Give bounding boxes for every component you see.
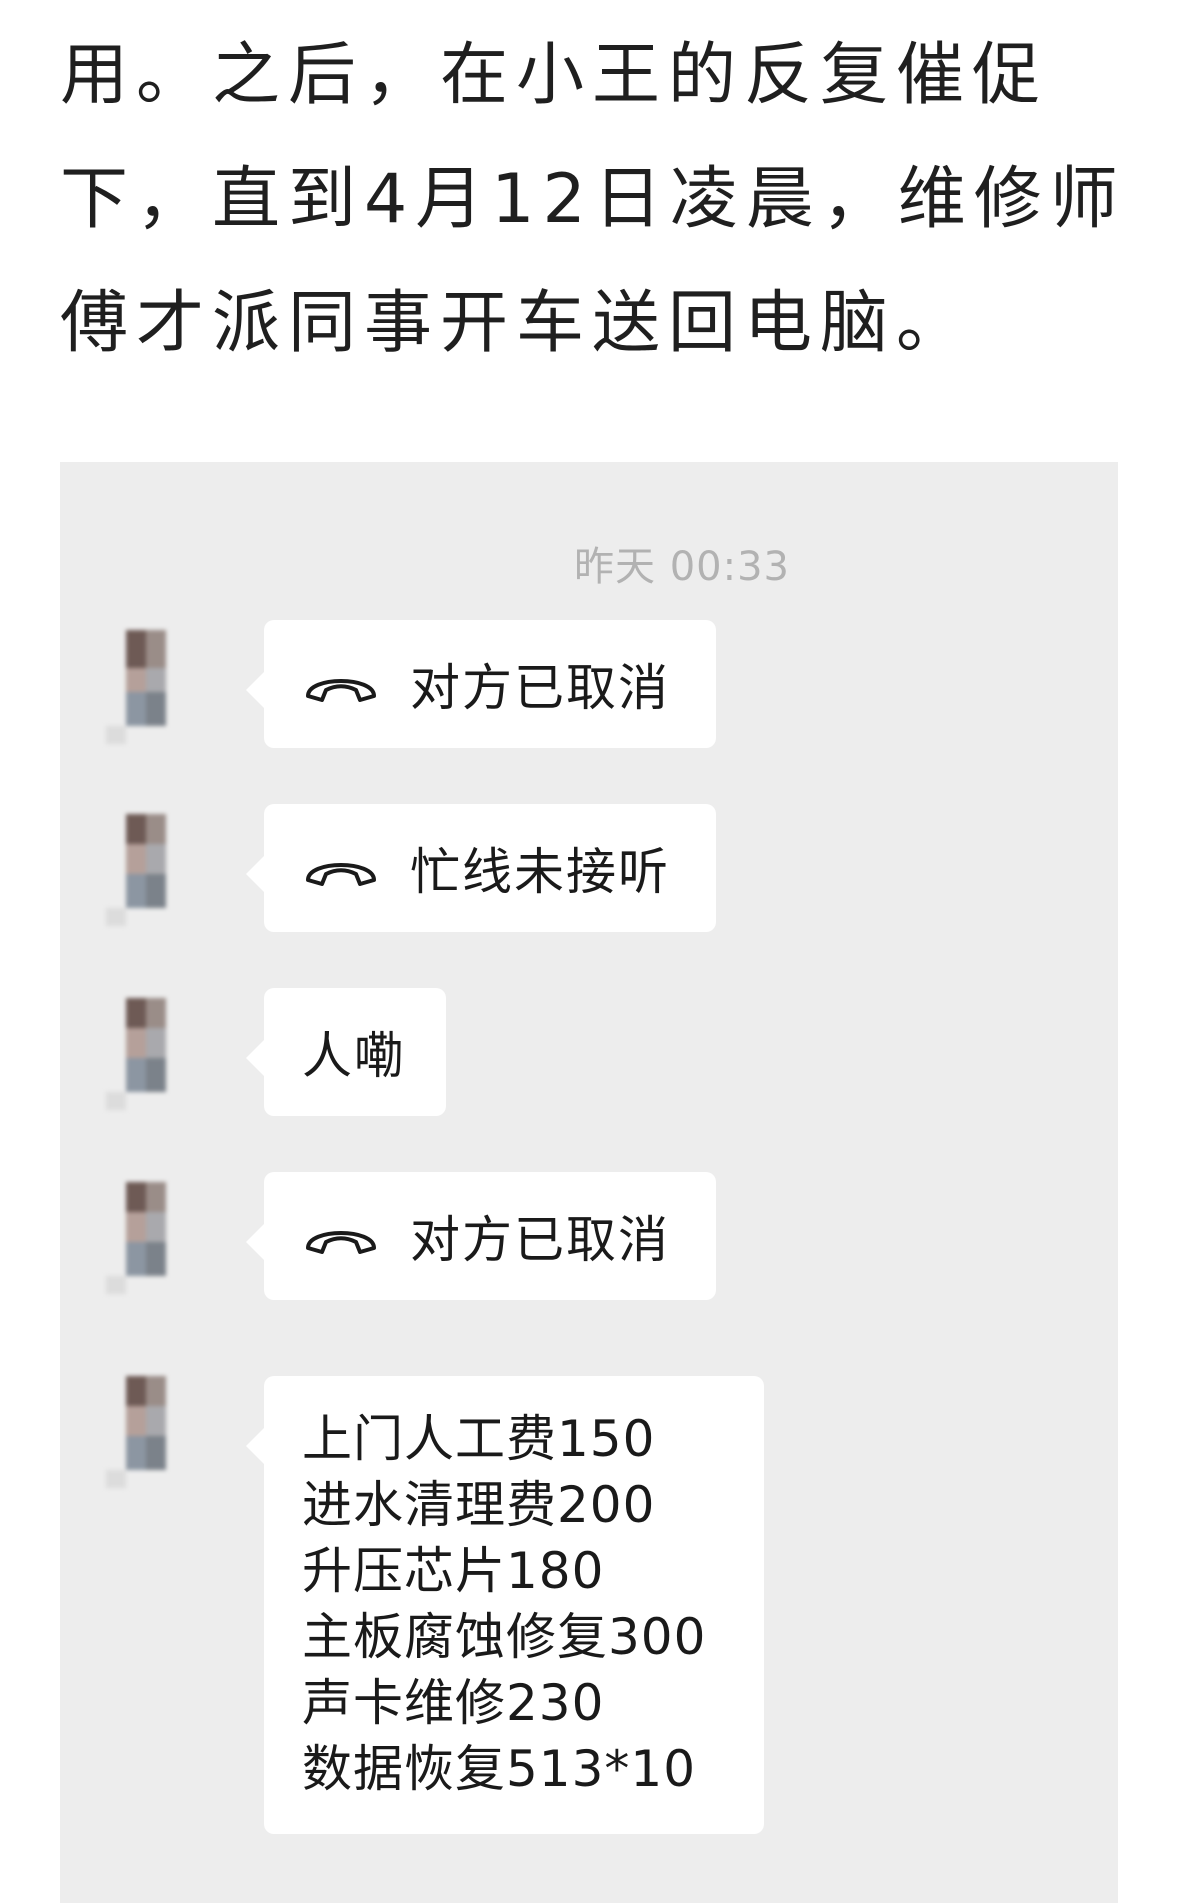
- fee-item: 进水清理费200: [302, 1476, 656, 1534]
- article-line: 傅才派同事开车送回电脑。: [60, 284, 973, 363]
- call-status-text: 对方已取消: [410, 1211, 670, 1269]
- avatar[interactable]: [80, 620, 212, 752]
- avatar[interactable]: [80, 988, 212, 1120]
- article-paragraph: 用。之后，在小王的反复催促 下，直到4月12日凌晨，维修师 傅才派同事开车送回电…: [60, 14, 1140, 386]
- call-status-text: 对方已取消: [410, 659, 670, 717]
- phone-hangup-icon: [306, 679, 376, 702]
- text-message-bubble[interactable]: 上门人工费150 进水清理费200 升压芯片180 主板腐蚀修复300 声卡维修…: [246, 1376, 764, 1834]
- call-message-bubble[interactable]: 对方已取消: [246, 620, 716, 748]
- avatar[interactable]: [80, 804, 212, 936]
- call-status-text: 忙线未接听: [410, 843, 670, 901]
- text-message-bubble[interactable]: 人嘞: [246, 988, 446, 1116]
- call-message-bubble[interactable]: 对方已取消: [246, 1172, 716, 1300]
- article-line: 用。之后，在小王的反复催促: [60, 36, 1049, 115]
- fee-item: 声卡维修230: [302, 1674, 605, 1732]
- message-timestamp: 昨天 00:33: [574, 544, 790, 590]
- fee-item: 上门人工费150: [302, 1410, 656, 1468]
- phone-hangup-icon: [306, 1231, 376, 1254]
- fee-item: 主板腐蚀修复300: [302, 1608, 707, 1666]
- chat-screenshot: 昨天 00:33 对方已取消 忙线未接听 人嘞 对方已取消 上门人工费150 进…: [60, 462, 1118, 1903]
- avatar[interactable]: [80, 1172, 212, 1304]
- fee-item: 升压芯片180: [302, 1542, 605, 1600]
- message-text: 人嘞: [302, 1027, 406, 1085]
- fee-item: 数据恢复513*10: [302, 1740, 697, 1798]
- phone-hangup-icon: [306, 863, 376, 886]
- call-message-bubble[interactable]: 忙线未接听: [246, 804, 716, 932]
- article-line: 下，直到4月12日凌晨，维修师: [60, 160, 1126, 239]
- avatar[interactable]: [80, 1376, 212, 1508]
